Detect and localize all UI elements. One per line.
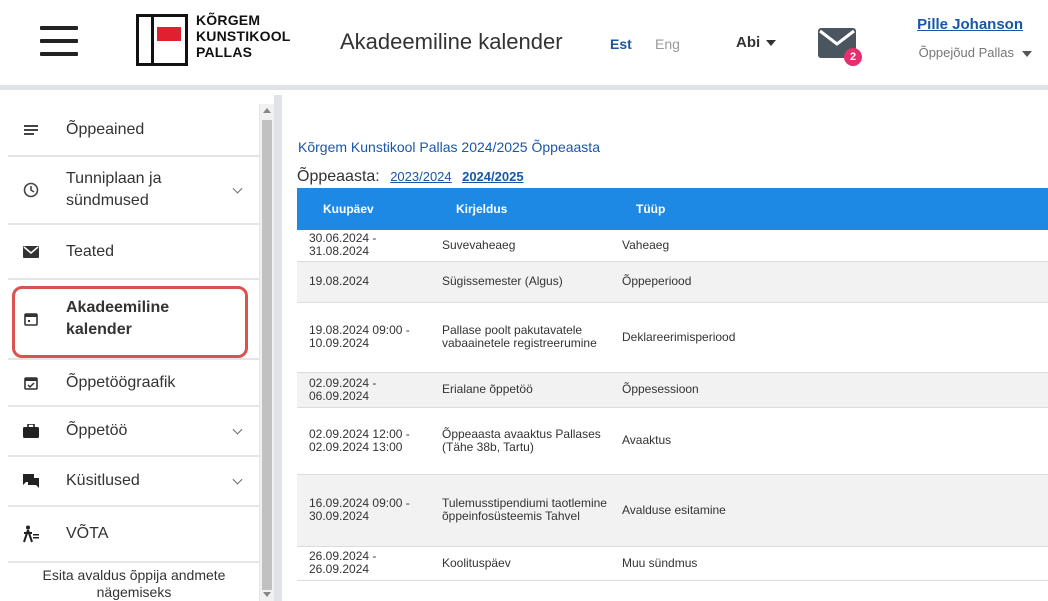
role-dropdown[interactable]: Õppejõud Pallas bbox=[919, 45, 1032, 60]
messages-button[interactable]: 2 bbox=[818, 28, 862, 66]
sidebar-item-vota[interactable]: VÕTA bbox=[8, 507, 259, 563]
calendar-check-icon bbox=[22, 374, 40, 392]
chevron-down-icon[interactable] bbox=[232, 424, 243, 435]
sidebar-item-label: Akadeemiline kalender bbox=[66, 299, 170, 338]
user-role-label: Õppejõud Pallas bbox=[918, 45, 1014, 60]
scroll-up-icon[interactable] bbox=[263, 108, 271, 113]
cell-date: 02.09.2024 - 06.09.2024 bbox=[297, 372, 430, 408]
lang-est-link[interactable]: Est bbox=[610, 36, 632, 52]
cell-date: 26.09.2024 - 26.09.2024 bbox=[297, 546, 430, 581]
sidebar-item-teated[interactable]: Teated bbox=[8, 225, 259, 280]
top-header: KÕRGEM KUNSTIKOOL PALLAS Akadeemiline ka… bbox=[0, 0, 1048, 90]
sidebar-item-label: Õppetöögraafik bbox=[66, 373, 176, 391]
cell-type: Õppesessioon bbox=[610, 372, 1048, 408]
page-title: Akadeemiline kalender bbox=[340, 29, 563, 54]
school-logo[interactable]: KÕRGEM KUNSTIKOOL PALLAS bbox=[136, 12, 290, 72]
logo-text: KÕRGEM KUNSTIKOOL PALLAS bbox=[196, 12, 291, 60]
cell-type: Vaheaeg bbox=[610, 230, 1048, 262]
sidebar-scrollbar[interactable] bbox=[260, 104, 274, 601]
chevron-down-icon[interactable] bbox=[232, 183, 243, 194]
chevron-down-icon[interactable] bbox=[232, 474, 243, 485]
scrollbar-thumb[interactable] bbox=[262, 120, 272, 590]
unread-badge: 2 bbox=[844, 48, 862, 66]
school-year-title: Kõrgem Kunstikool Pallas 2024/2025 Õppea… bbox=[298, 139, 600, 155]
envelope-icon bbox=[22, 243, 40, 261]
cell-type: Avalduse esitamine bbox=[610, 474, 1048, 547]
person-walk-icon bbox=[22, 525, 40, 543]
help-label: Abi bbox=[736, 34, 761, 51]
sidebar-item-oppetoo[interactable]: Õppetöö bbox=[8, 407, 259, 457]
table-row: 19.08.2024 Sügissemester (Algus) Õppeper… bbox=[297, 261, 1048, 303]
cell-description: Suvevaheaeg bbox=[430, 230, 610, 262]
cell-type: Deklareerimisperiood bbox=[610, 302, 1048, 373]
column-header-description[interactable]: Kirjeldus bbox=[430, 188, 610, 230]
academic-year-selector: Õppeaasta: 2023/2024 2024/2025 bbox=[297, 168, 524, 186]
table-row: 02.09.2024 12:00 - 02.09.2024 13:00 Õppe… bbox=[297, 407, 1048, 475]
briefcase-icon bbox=[22, 422, 40, 440]
sidebar-item-tunniplaan[interactable]: Tunniplaan ja sündmused bbox=[8, 157, 259, 225]
help-dropdown[interactable]: Abi bbox=[736, 34, 777, 51]
cell-date: 30.06.2024 - 31.08.2024 bbox=[297, 230, 430, 262]
sidebar-item-label: Tunniplaan ja sündmused bbox=[66, 170, 162, 209]
sidebar-item-label: Küsitlused bbox=[66, 472, 140, 489]
table-row: 16.09.2024 09:00 - 30.09.2024 Tulemussti… bbox=[297, 474, 1048, 547]
hamburger-menu-icon[interactable] bbox=[40, 26, 78, 56]
table-row: 30.06.2024 - 31.08.2024 Suvevaheaeg Vahe… bbox=[297, 230, 1048, 262]
sidebar-item-label: VÕTA bbox=[66, 525, 109, 542]
sidebar-item-oppeained[interactable]: Õppeained bbox=[8, 104, 259, 157]
scroll-down-icon[interactable] bbox=[263, 592, 271, 597]
column-header-date[interactable]: Kuupäev bbox=[297, 188, 430, 230]
academic-calendar-table: Kuupäev Kirjeldus Tüüp 30.06.2024 - 31.0… bbox=[297, 188, 1048, 581]
cell-description: Koolituspäev bbox=[430, 546, 610, 581]
user-name-link[interactable]: Pille Johanson bbox=[917, 16, 1023, 33]
year-label: Õppeaasta: bbox=[297, 168, 380, 185]
sidebar-item-kusitlused[interactable]: Küsitlused bbox=[8, 457, 259, 507]
list-icon bbox=[22, 121, 40, 139]
column-header-type[interactable]: Tüüp bbox=[610, 188, 1048, 230]
sidebar-item-label: Õppeained bbox=[66, 120, 145, 138]
cell-description: Sügissemester (Algus) bbox=[430, 261, 610, 303]
cell-description: Pallase poolt pakutavatele vabaainetele … bbox=[430, 302, 610, 373]
cell-date: 16.09.2024 09:00 - 30.09.2024 bbox=[297, 474, 430, 547]
logo-mark bbox=[136, 14, 188, 66]
sidebar-item-label: Õppetöö bbox=[66, 422, 128, 439]
cell-type: Avaaktus bbox=[610, 407, 1048, 475]
caret-down-icon bbox=[766, 40, 777, 47]
clock-icon bbox=[22, 181, 40, 199]
cell-date: 19.08.2024 09:00 - 10.09.2024 bbox=[297, 302, 430, 373]
table-row: 26.09.2024 - 26.09.2024 Koolituspäev Muu… bbox=[297, 546, 1048, 581]
content-divider bbox=[274, 95, 282, 601]
chat-icon bbox=[22, 472, 40, 490]
sidebar-item-oppetoograafik[interactable]: Õppetöögraafik bbox=[8, 360, 259, 407]
main-content: Kõrgem Kunstikool Pallas 2024/2025 Õppea… bbox=[282, 95, 1048, 601]
cell-type: Muu sündmus bbox=[610, 546, 1048, 581]
cell-date: 02.09.2024 12:00 - 02.09.2024 13:00 bbox=[297, 407, 430, 475]
cell-description: Erialane õppetöö bbox=[430, 372, 610, 408]
table-row: 19.08.2024 09:00 - 10.09.2024 Pallase po… bbox=[297, 302, 1048, 373]
year-option-2023-2024[interactable]: 2023/2024 bbox=[390, 169, 451, 184]
year-option-2024-2025[interactable]: 2024/2025 bbox=[462, 169, 523, 184]
sidebar-item-akadeemiline-kalender[interactable]: Akadeemiline kalender bbox=[8, 280, 259, 360]
caret-down-icon bbox=[1022, 50, 1032, 57]
cell-description: Tulemusstipendiumi taotlemine õppeinfosü… bbox=[430, 474, 610, 547]
cell-description: Õppeaasta avaaktus Pallases (Tähe 38b, T… bbox=[430, 407, 610, 475]
request-data-access-link[interactable]: Esita avaldus õppija andmete nägemiseks bbox=[8, 567, 259, 601]
calendar-icon bbox=[22, 310, 40, 328]
cell-type: Õppeperiood bbox=[610, 261, 1048, 303]
table-row: 02.09.2024 - 06.09.2024 Erialane õppetöö… bbox=[297, 372, 1048, 408]
lang-eng-link[interactable]: Eng bbox=[655, 36, 680, 52]
sidebar-item-label: Teated bbox=[66, 242, 115, 260]
cell-date: 19.08.2024 bbox=[297, 261, 430, 303]
table-header-row: Kuupäev Kirjeldus Tüüp bbox=[297, 188, 1048, 230]
sidebar-nav: Õppeained Tunniplaan ja sündmused Teated… bbox=[8, 104, 260, 601]
